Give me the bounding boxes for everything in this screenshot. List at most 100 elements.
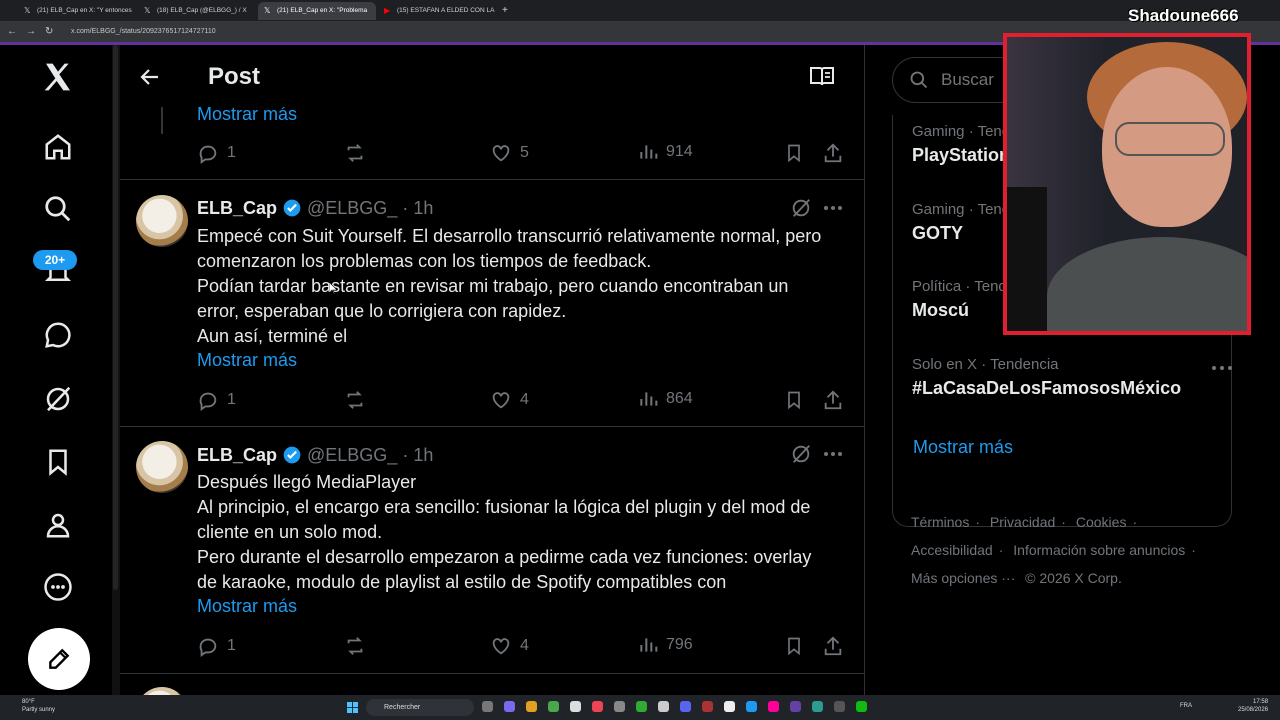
heart-icon — [492, 638, 510, 655]
taskbar-app-icon[interactable] — [812, 701, 823, 712]
search-icon[interactable] — [38, 189, 78, 229]
grok-icon[interactable] — [790, 197, 812, 219]
taskbar-app-icon[interactable] — [724, 701, 735, 712]
more-dots-icon[interactable] — [821, 442, 845, 466]
footer-link[interactable]: Términos — [911, 514, 969, 530]
footer-links: Términos · Privacidad · Cookies · Accesibil… — [911, 514, 1196, 586]
bookmark-button[interactable] — [784, 142, 804, 164]
author-handle[interactable]: @ELBGG_ — [307, 198, 397, 219]
reply-button[interactable]: 1 — [197, 389, 236, 411]
x-logo-icon[interactable] — [38, 57, 78, 97]
author-name[interactable]: ELB_Cap — [197, 445, 277, 466]
taskbar-app-icon[interactable] — [702, 701, 713, 712]
author-handle[interactable]: @ELBGG_ — [307, 445, 397, 466]
url-field[interactable]: x.com/ELBGG_/status/2092376517124727110 — [71, 28, 216, 35]
browser-tab[interactable]: ▶ (15) ESTAFAN A ELDED CON LA — [378, 2, 496, 20]
taskbar-app-icon[interactable] — [746, 701, 757, 712]
avatar[interactable] — [136, 441, 188, 493]
footer-link[interactable]: Accesibilidad — [911, 542, 993, 558]
grok-icon[interactable] — [38, 379, 78, 419]
repost-button[interactable] — [343, 635, 367, 657]
like-button[interactable]: 5 — [490, 142, 529, 164]
share-icon — [824, 143, 842, 163]
repost-button[interactable] — [343, 142, 367, 164]
taskbar-app-icon[interactable] — [548, 701, 559, 712]
taskbar-app-icon[interactable] — [504, 701, 515, 712]
show-more-link[interactable]: Mostrar más — [197, 104, 297, 125]
page-title: Post — [208, 63, 261, 90]
footer-link[interactable]: Más opciones ··· — [911, 570, 1015, 586]
trend-item[interactable]: Solo en X · Tendencia #LaCasaDeLosFamoso… — [912, 356, 1232, 399]
taskbar-app-icon[interactable] — [834, 701, 845, 712]
language-indicator[interactable]: FRA — [1180, 703, 1192, 709]
taskbar-app-icon[interactable] — [570, 701, 581, 712]
home-icon[interactable] — [38, 127, 78, 167]
windows-start-icon[interactable] — [347, 702, 358, 713]
repost-button[interactable] — [343, 389, 367, 411]
timestamp[interactable]: · 1h — [402, 198, 433, 219]
messages-icon[interactable] — [38, 315, 78, 355]
taskbar-app-icon[interactable] — [856, 701, 867, 712]
taskbar-app-icon[interactable] — [768, 701, 779, 712]
taskbar-search[interactable]: Rechercher — [366, 699, 474, 716]
footer-link[interactable]: Privacidad — [990, 514, 1055, 530]
share-button[interactable] — [822, 635, 844, 657]
views-button[interactable]: 796 — [638, 635, 693, 655]
share-button[interactable] — [822, 389, 844, 411]
show-more-link[interactable]: Mostrar más — [197, 350, 297, 371]
clock[interactable]: 17:58 25/08/2026 — [1238, 698, 1268, 714]
forward-icon[interactable]: → — [26, 26, 38, 37]
back-arrow-icon[interactable] — [138, 65, 162, 89]
views-button[interactable]: 914 — [638, 142, 693, 162]
verified-badge-icon — [283, 199, 301, 217]
share-button[interactable] — [822, 142, 844, 164]
more-dots-icon[interactable] — [821, 196, 845, 220]
reply-icon — [199, 392, 217, 411]
taskbar-app-icon[interactable] — [680, 701, 691, 712]
grok-icon[interactable] — [790, 443, 812, 465]
browser-tab[interactable]: 𝕏 (18) ELB_Cap (@ELBGG_) / X — [138, 2, 256, 20]
repost-icon — [347, 144, 363, 162]
trend-more-icon[interactable] — [1211, 365, 1233, 371]
taskbar-app-icon[interactable] — [636, 701, 647, 712]
more-options-icon[interactable] — [38, 567, 78, 607]
avatar[interactable] — [136, 195, 188, 247]
like-button[interactable]: 4 — [490, 389, 529, 411]
bookmark-button[interactable] — [784, 389, 804, 411]
bookmark-button[interactable] — [784, 635, 804, 657]
weather-widget[interactable]: 80°F Partly sunny — [22, 698, 55, 714]
author-name[interactable]: ELB_Cap — [197, 198, 277, 219]
compose-post-button[interactable] — [28, 628, 90, 690]
browser-tab[interactable]: 𝕏 (21) ELB_Cap en X: "Y entonces — [18, 2, 136, 20]
scrollbar[interactable] — [112, 45, 120, 695]
reply-button[interactable]: 1 — [197, 635, 236, 657]
reader-mode-icon[interactable] — [809, 65, 835, 87]
scrollbar-thumb[interactable] — [113, 45, 118, 590]
footer-link[interactable]: Información sobre anuncios — [1013, 542, 1185, 558]
taskbar-app-icon[interactable] — [482, 701, 493, 712]
back-icon[interactable]: ← — [7, 26, 19, 37]
tweet-actions: 1 4 864 — [197, 389, 847, 413]
timestamp[interactable]: · 1h — [402, 445, 433, 466]
bookmark-icon — [788, 391, 800, 410]
taskbar-app-icon[interactable] — [614, 701, 625, 712]
main-timeline: Post Mostrar más 1 5 914 ELB_Cap @ELBGG_… — [120, 45, 865, 695]
reply-button[interactable]: 1 — [197, 142, 236, 164]
reload-icon[interactable]: ↻ — [45, 26, 57, 37]
views-button[interactable]: 864 — [638, 389, 693, 409]
bookmark-icon[interactable] — [38, 442, 78, 482]
new-tab-button[interactable]: + — [502, 5, 508, 16]
show-more-link[interactable]: Mostrar más — [197, 596, 297, 617]
profile-icon[interactable] — [38, 505, 78, 545]
taskbar-app-icon[interactable] — [658, 701, 669, 712]
taskbar-app-icon[interactable] — [592, 701, 603, 712]
avatar[interactable] — [136, 687, 188, 695]
taskbar-app-icon[interactable] — [526, 701, 537, 712]
share-icon — [824, 636, 842, 656]
footer-link[interactable]: Cookies — [1076, 514, 1127, 530]
like-button[interactable]: 4 — [490, 635, 529, 657]
show-more-trends-link[interactable]: Mostrar más — [913, 437, 1013, 458]
browser-tab-active[interactable]: 𝕏 (21) ELB_Cap en X: "Problema — [258, 1, 376, 20]
divider — [120, 673, 864, 674]
taskbar-app-icon[interactable] — [790, 701, 801, 712]
